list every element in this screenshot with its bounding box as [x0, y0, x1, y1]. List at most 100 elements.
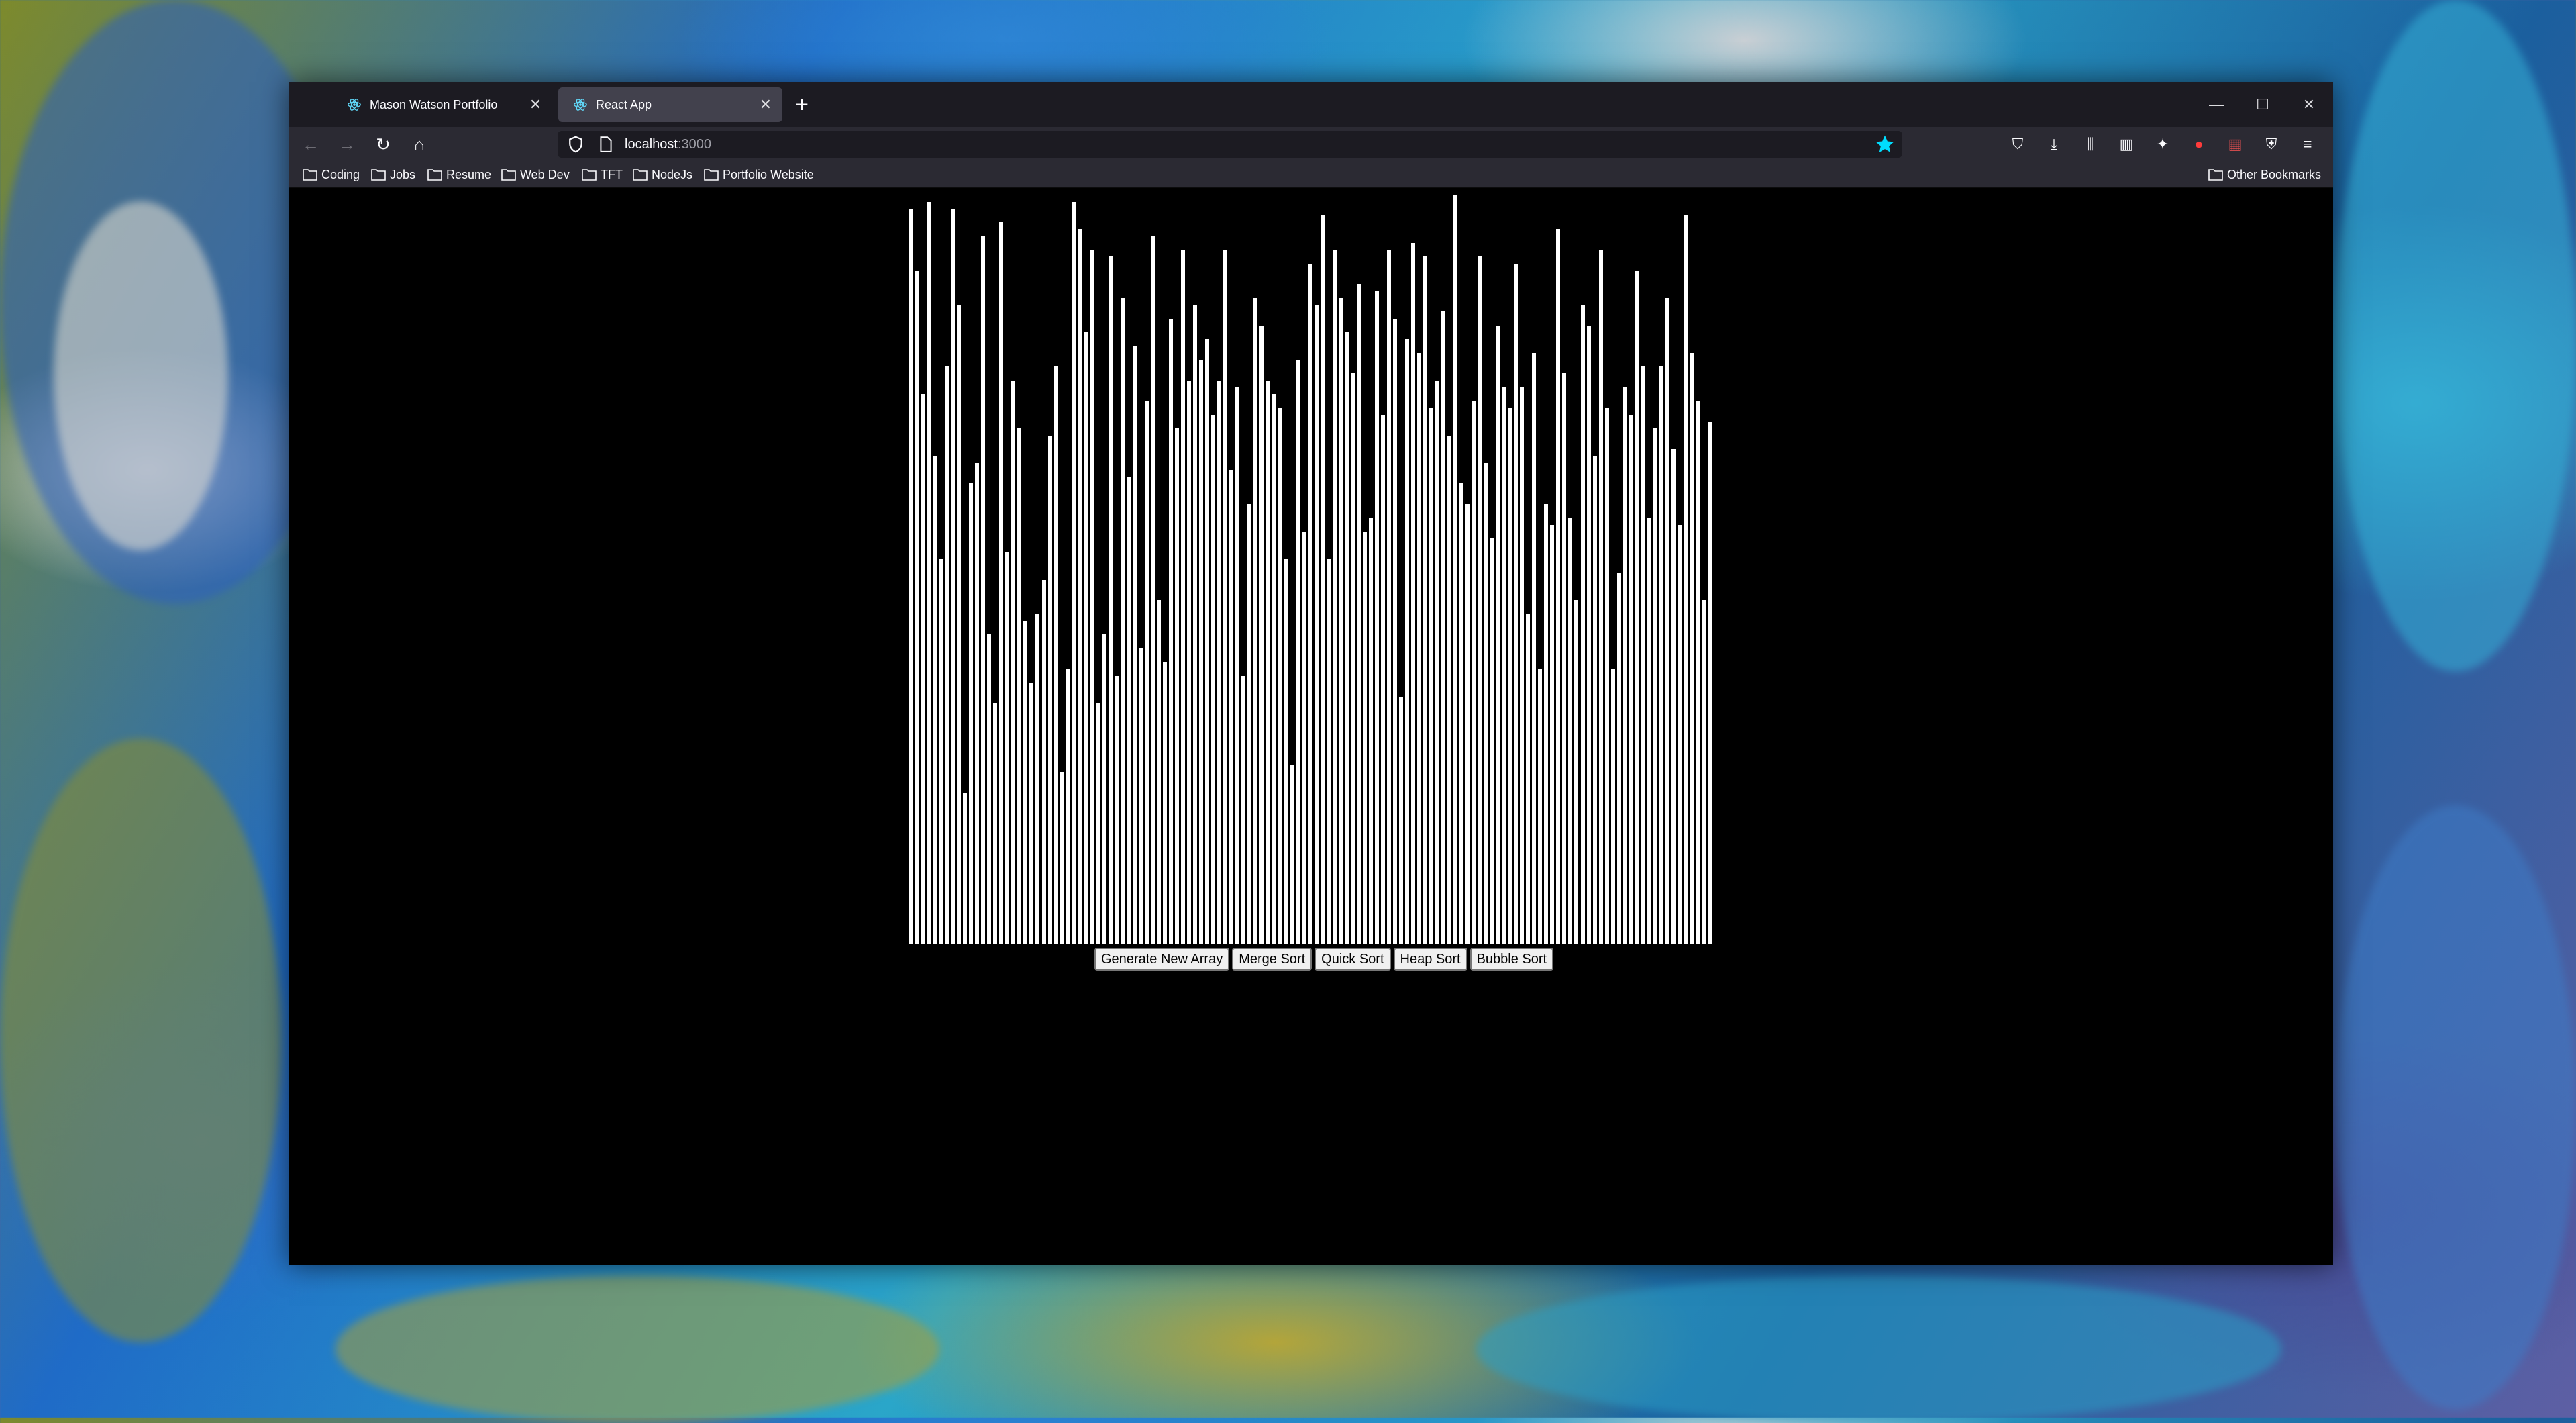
calendar-extension-icon[interactable]: ▦ [2224, 134, 2246, 155]
array-bar [1005, 552, 1010, 944]
tab-title: Mason Watson Portfolio [370, 97, 498, 111]
array-bar [1320, 215, 1325, 944]
array-bar [1665, 297, 1669, 944]
array-bar [1398, 696, 1403, 944]
array-bar [1441, 311, 1445, 944]
bookmark-resume[interactable]: Resume [427, 166, 491, 183]
other-bookmarks[interactable]: Other Bookmarks [2208, 166, 2321, 183]
generate-new-array-button[interactable]: Generate New Array [1094, 948, 1230, 971]
array-bar [999, 222, 1004, 944]
array-bar [981, 236, 986, 944]
folder-icon [371, 169, 386, 181]
array-bar [1622, 387, 1627, 944]
privacy-extension-icon[interactable]: ⛨ [2261, 134, 2282, 155]
array-bar [1404, 339, 1409, 944]
array-bar [1060, 772, 1064, 944]
bookmark-label: TFT [601, 167, 623, 181]
array-bar [1707, 422, 1712, 944]
bookmark-web-dev[interactable]: Web Dev [501, 166, 570, 183]
tab-portfolio[interactable]: Mason Watson Portfolio ✕ [332, 87, 552, 122]
bookmark-tft[interactable]: TFT [582, 166, 623, 183]
array-bar [1592, 456, 1597, 944]
adblock-extension-icon[interactable]: ● [2188, 134, 2210, 155]
library-icon[interactable]: ⫼ [2079, 134, 2101, 155]
tab-bar: Mason Watson Portfolio ✕ React App ✕ + —… [289, 82, 2333, 127]
array-bar [1472, 401, 1476, 944]
shield-icon[interactable] [566, 134, 586, 154]
array-bar [921, 394, 925, 944]
url-bar[interactable]: localhost :3000 [558, 131, 1902, 158]
array-bar [1266, 380, 1270, 944]
home-button[interactable]: ⌂ [407, 132, 431, 156]
sort-controls: Generate New Array Merge Sort Quick Sort… [1094, 948, 1554, 971]
array-bar [1616, 573, 1621, 944]
array-bar [1695, 401, 1700, 944]
array-bar [1629, 414, 1633, 944]
menu-icon[interactable]: ≡ [2297, 134, 2318, 155]
array-bar [1247, 503, 1252, 944]
array-bar [1653, 428, 1657, 944]
pocket-icon[interactable]: ⛉ [2007, 134, 2028, 155]
extension-icon[interactable]: ✦ [2152, 134, 2173, 155]
bookmark-portfolio-website[interactable]: Portfolio Website [704, 166, 814, 183]
folder-icon [704, 169, 719, 181]
array-bar [987, 634, 992, 944]
array-bar [1272, 394, 1276, 944]
array-bar [1296, 359, 1300, 944]
download-icon[interactable]: ⤓ [2043, 134, 2065, 155]
array-bar [1162, 662, 1167, 944]
array-bar [933, 456, 937, 944]
array-bar [1229, 469, 1234, 944]
bookmark-label: Web Dev [520, 167, 570, 181]
sidebar-icon[interactable]: ▥ [2116, 134, 2137, 155]
array-bar [945, 366, 949, 944]
bubble-sort-button[interactable]: Bubble Sort [1470, 948, 1554, 971]
bookmark-coding[interactable]: Coding [303, 166, 360, 183]
forward-button[interactable]: → [335, 132, 359, 156]
close-icon[interactable]: ✕ [756, 96, 776, 113]
url-host: localhost [625, 136, 678, 152]
minimize-button[interactable]: — [2196, 91, 2236, 118]
array-bar [1090, 250, 1094, 944]
array-bar [1544, 503, 1549, 944]
new-tab-button[interactable]: + [788, 91, 815, 118]
array-bar [1350, 373, 1355, 944]
array-bar [1392, 318, 1397, 944]
page-icon[interactable] [598, 136, 614, 153]
folder-icon [582, 169, 597, 181]
array-bar [1235, 387, 1240, 944]
array-bar [1126, 476, 1131, 944]
close-window-button[interactable]: ✕ [2289, 91, 2329, 118]
array-bar [939, 558, 943, 944]
array-bar [1187, 380, 1192, 944]
bookmarks-toolbar: Coding Jobs Resume Web Dev TFT NodeJs Po… [289, 162, 2333, 188]
array-bar [1520, 387, 1525, 944]
array-bars-chart [909, 188, 1714, 944]
array-bar [1671, 449, 1676, 944]
heap-sort-button[interactable]: Heap Sort [1393, 948, 1467, 971]
reload-button[interactable]: ↻ [371, 132, 395, 156]
array-bar [1181, 250, 1186, 944]
bookmark-label: Coding [321, 167, 360, 181]
bookmark-nodejs[interactable]: NodeJs [633, 166, 692, 183]
array-bar [1677, 524, 1682, 944]
array-bar [1374, 291, 1379, 944]
array-bar [915, 270, 919, 944]
maximize-button[interactable]: ☐ [2243, 91, 2283, 118]
array-bar [1423, 256, 1427, 944]
page-content: Generate New Array Merge Sort Quick Sort… [289, 188, 2333, 1265]
bookmark-star-icon[interactable] [1874, 134, 1896, 155]
array-bar [1356, 284, 1361, 944]
close-icon[interactable]: ✕ [525, 96, 546, 113]
tab-react-app[interactable]: React App ✕ [558, 87, 782, 122]
quick-sort-button[interactable]: Quick Sort [1315, 948, 1391, 971]
merge-sort-button[interactable]: Merge Sort [1232, 948, 1312, 971]
array-bar [1659, 366, 1663, 944]
array-bar [1526, 614, 1531, 944]
array-bar [1168, 318, 1173, 944]
other-bookmarks-label: Other Bookmarks [2227, 167, 2322, 181]
bookmark-jobs[interactable]: Jobs [371, 166, 415, 183]
back-button[interactable]: ← [299, 132, 323, 156]
array-bar [1084, 332, 1088, 944]
array-bar [1029, 683, 1034, 944]
